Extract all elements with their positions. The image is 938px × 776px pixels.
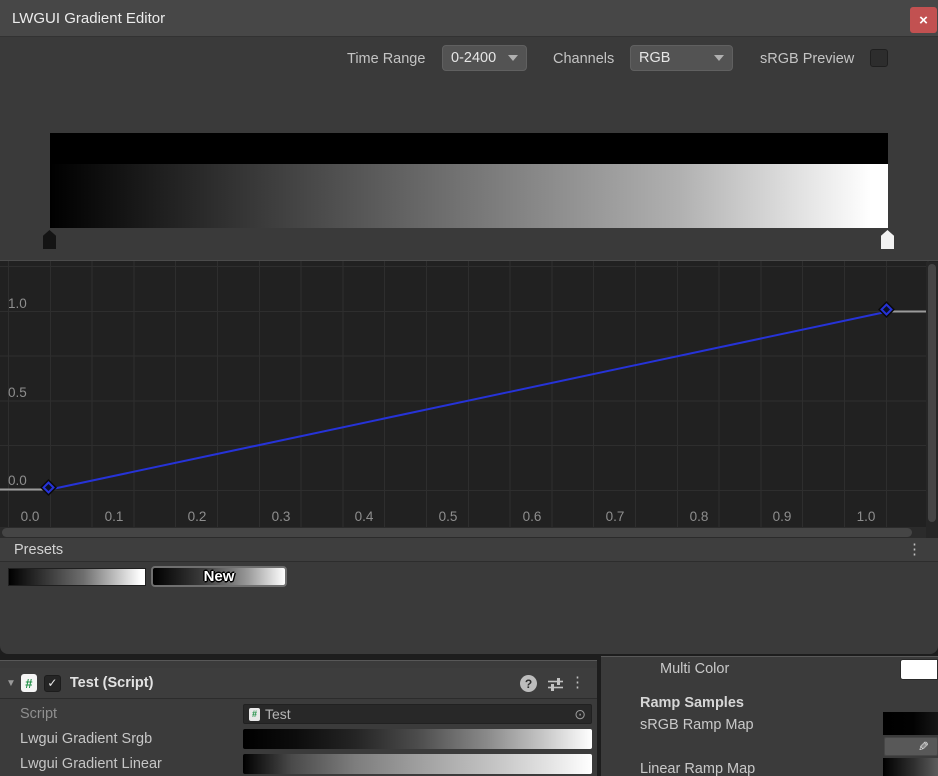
presets-header: Presets ⋮	[0, 538, 938, 562]
object-picker-icon[interactable]: ⊙	[574, 706, 591, 723]
script-object-field[interactable]: # Test ⊙	[243, 704, 592, 724]
new-preset-button[interactable]: New	[151, 566, 287, 587]
chevron-down-icon	[508, 55, 518, 61]
curve-plot	[0, 261, 938, 539]
csharp-script-icon: #	[249, 708, 260, 721]
gradient-linear-row: Lwgui Gradient Linear	[0, 754, 597, 774]
gradient-color-strip[interactable]	[50, 164, 888, 228]
horizontal-scrollbar-thumb[interactable]	[2, 528, 912, 537]
ramp-samples-heading: Ramp Samples	[640, 695, 744, 711]
screen: LWGUI Gradient Editor × Time Range 0-240…	[0, 0, 938, 776]
component-enabled-checkbox[interactable]: ✓	[44, 675, 61, 692]
script-row: Script # Test ⊙	[0, 704, 597, 724]
gradient-linear-label: Lwgui Gradient Linear	[20, 756, 162, 772]
time-range-label: Time Range	[347, 51, 425, 67]
chevron-down-icon	[714, 55, 724, 61]
script-label: Script	[20, 706, 57, 722]
linear-ramp-thumbnail[interactable]	[883, 758, 938, 776]
time-range-dropdown[interactable]: 0-2400	[442, 45, 527, 71]
linear-ramp-label: Linear Ramp Map	[640, 761, 755, 776]
close-icon: ×	[919, 12, 928, 29]
gradient-srgb-field[interactable]	[243, 729, 592, 749]
srgb-preview-checkbox[interactable]	[870, 49, 888, 67]
script-object-value: Test	[265, 706, 574, 722]
new-preset-label: New	[204, 568, 235, 585]
inspector-panel: ▼ # ✓ Test (Script) ? ⋮ Script # Test ⊙	[0, 660, 597, 776]
srgb-ramp-label: sRGB Ramp Map	[640, 717, 754, 733]
kebab-menu-icon[interactable]: ⋮	[570, 673, 585, 691]
window-title: LWGUI Gradient Editor	[0, 10, 165, 27]
multi-color-label: Multi Color	[660, 661, 729, 677]
foldout-icon[interactable]: ▼	[0, 678, 21, 689]
vertical-scrollbar[interactable]	[926, 262, 938, 538]
gradient-linear-field[interactable]	[243, 754, 592, 774]
srgb-ramp-thumbnail[interactable]	[883, 712, 938, 735]
presets-icon[interactable]	[547, 677, 564, 697]
curve-editor[interactable]: 1.0 0.5 0.0 0.0 0.1 0.2 0.3 0.4 0.5 0.6 …	[0, 260, 938, 538]
gradient-stop-black[interactable]	[43, 230, 56, 249]
kebab-menu-icon[interactable]: ⋮	[907, 540, 922, 560]
help-icon[interactable]: ?	[520, 675, 537, 692]
gradient-stop-white[interactable]	[881, 230, 894, 249]
window-titlebar[interactable]: LWGUI Gradient Editor ×	[0, 0, 938, 37]
channels-label: Channels	[553, 51, 614, 67]
time-range-value: 0-2400	[451, 50, 496, 66]
material-panel: Multi Color Ramp Samples sRGB Ramp Map ✎…	[601, 656, 938, 776]
srgb-preview-label: sRGB Preview	[760, 51, 854, 67]
gradient-alpha-strip[interactable]	[50, 133, 888, 164]
gradient-srgb-label: Lwgui Gradient Srgb	[20, 731, 152, 747]
component-title: Test (Script)	[70, 675, 154, 691]
presets-title: Presets	[0, 542, 63, 558]
edit-ramp-button[interactable]: ✎	[884, 737, 938, 756]
channels-value: RGB	[639, 50, 670, 66]
close-button[interactable]: ×	[910, 7, 937, 33]
vertical-scrollbar-thumb[interactable]	[928, 264, 936, 522]
gradient-srgb-row: Lwgui Gradient Srgb	[0, 729, 597, 749]
component-header[interactable]: ▼ # ✓ Test (Script) ? ⋮	[0, 668, 597, 699]
gradient-editor-window: LWGUI Gradient Editor × Time Range 0-240…	[0, 0, 938, 654]
csharp-script-icon: #	[21, 674, 37, 692]
pencil-icon: ✎	[918, 739, 929, 755]
multi-color-swatch[interactable]	[900, 659, 938, 680]
preset-gradient-swatch[interactable]	[8, 568, 146, 586]
horizontal-scrollbar[interactable]	[0, 527, 926, 538]
channels-dropdown[interactable]: RGB	[630, 45, 733, 71]
